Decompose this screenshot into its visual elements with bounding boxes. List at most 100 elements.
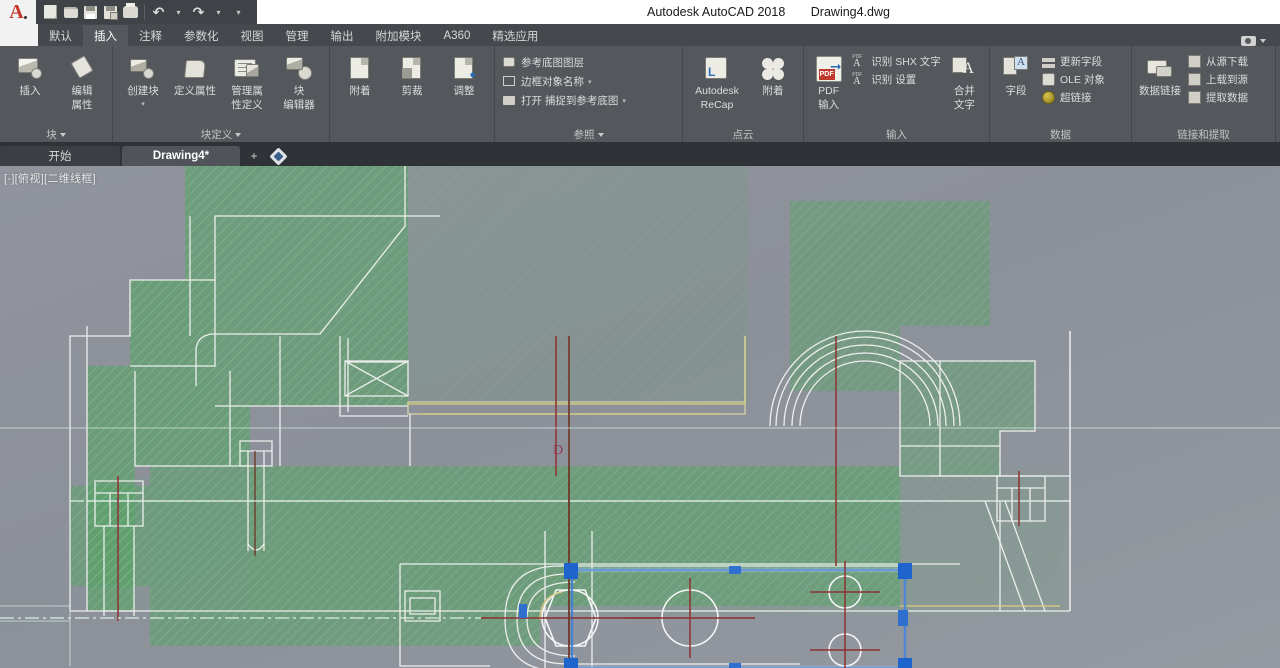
- ribbon-tab-addins[interactable]: 附加模块: [365, 25, 433, 46]
- panel-label-block-definition[interactable]: 块定义: [113, 127, 329, 142]
- underlay-layers-button[interactable]: 参考底图图层: [500, 54, 586, 71]
- ribbon-panel-data: A 字段 更新字段 OLE 对象: [990, 46, 1132, 142]
- insert-block-button[interactable]: 插入: [5, 51, 55, 98]
- create-block-button[interactable]: 创建块 ▾: [118, 51, 168, 108]
- recognition-settings-button[interactable]: PDF A 识别 设置: [850, 71, 942, 88]
- undo-dropdown-icon[interactable]: ▾: [170, 4, 187, 20]
- title-application-name: Autodesk AutoCAD 2018: [647, 5, 785, 19]
- autodesk-recap-button[interactable]: L Autodesk ReCap: [688, 51, 746, 111]
- define-attribute-button[interactable]: 定义属性: [170, 51, 220, 98]
- save-icon[interactable]: [82, 4, 99, 20]
- update-field-button[interactable]: 更新字段: [1039, 53, 1107, 70]
- autodesk-recap-icon: L: [702, 54, 732, 84]
- edit-attribute-button[interactable]: 编辑 属性: [57, 51, 107, 111]
- ribbon-panel-import: PDF ➞ PDF 输入 PDF A 识别 SHX 文字: [804, 46, 990, 142]
- manage-attributes-button[interactable]: 管理属 性定义: [222, 51, 272, 111]
- ribbon-tab-default[interactable]: 默认: [38, 25, 83, 46]
- title-document-name: Drawing4.dwg: [811, 5, 890, 19]
- panel-label-point-cloud: 点云: [683, 127, 803, 142]
- ribbon-panel-reference: 参考底图图层 边框对象名称 ▾ 打开 捕捉到参考底图 ▾: [495, 46, 683, 142]
- file-tab-drawing4[interactable]: Drawing4*: [122, 146, 240, 166]
- chevron-down-icon[interactable]: [598, 133, 604, 137]
- hyperlink-button[interactable]: 超链接: [1039, 89, 1107, 106]
- panel-label-import: 输入: [804, 127, 989, 142]
- pdf-import-button[interactable]: PDF ➞ PDF 输入: [809, 51, 848, 111]
- ribbon-panel-block-definition: 创建块 ▾ 定义属性 管理属 性定义: [113, 46, 330, 142]
- tab-navigate-icon[interactable]: [266, 146, 290, 166]
- adjust-label: 调整: [454, 86, 475, 98]
- panel-label-reference-text: 参照: [574, 127, 595, 142]
- chevron-down-icon[interactable]: [1260, 39, 1266, 43]
- update-field-label: 更新字段: [1060, 54, 1102, 69]
- frame-object-button[interactable]: 边框对象名称 ▾: [500, 73, 594, 90]
- ole-object-button[interactable]: OLE 对象: [1039, 71, 1107, 88]
- data-link-button[interactable]: 数据链接: [1137, 51, 1183, 98]
- ribbon-panel-point-cloud: L Autodesk ReCap 附着 点云: [683, 46, 804, 142]
- chevron-down-icon[interactable]: [60, 133, 66, 137]
- recognize-shx-button[interactable]: PDF A 识别 SHX 文字: [850, 53, 942, 70]
- ribbon-panels: 插入 编辑 属性 块: [0, 46, 1280, 142]
- ribbon-panel-content: 资源浏览器 ▾ 内容: [1276, 46, 1280, 142]
- panel-label-linking-extraction-text: 链接和提取: [1177, 127, 1230, 142]
- undo-arrow-icon[interactable]: ↶: [150, 4, 167, 20]
- ribbon-tab-annotate[interactable]: 注释: [128, 25, 173, 46]
- attach-reference-button[interactable]: 附着: [335, 51, 385, 98]
- attach-reference-label: 附着: [350, 86, 371, 98]
- insert-block-icon: [15, 54, 45, 84]
- snap-underlay-button[interactable]: 打开 捕捉到参考底图 ▾: [500, 92, 628, 109]
- manage-attributes-icon: [232, 54, 262, 84]
- download-from-source-label: 从源下载: [1206, 54, 1248, 69]
- cad-drawing: D: [0, 166, 1280, 668]
- combine-text-button[interactable]: A 合并 文字: [945, 51, 984, 111]
- underlay-layers-label: 参考底图图层: [521, 55, 584, 70]
- data-link-icon: [1145, 54, 1175, 84]
- ribbon-tab-featured-apps[interactable]: 精选应用: [481, 25, 549, 46]
- open-folder-icon[interactable]: [62, 4, 79, 20]
- ribbon-tab-view[interactable]: 视图: [230, 25, 275, 46]
- block-editor-button[interactable]: 块 编辑器: [274, 51, 324, 111]
- create-block-icon: [128, 54, 158, 84]
- edit-attribute-icon: [67, 54, 97, 84]
- download-from-source-button[interactable]: 从源下载: [1185, 53, 1250, 70]
- chevron-down-icon[interactable]: ▾: [622, 97, 626, 105]
- attach-pointcloud-button[interactable]: 附着: [748, 51, 798, 98]
- extract-data-button[interactable]: 提取数据: [1185, 89, 1250, 106]
- panel-label-point-cloud-text: 点云: [733, 127, 754, 142]
- define-attribute-icon: [180, 54, 210, 84]
- ribbon-tab-a360[interactable]: A360: [433, 25, 482, 46]
- frame-object-icon: [502, 74, 517, 89]
- panel-label-linking-extraction: 链接和提取: [1132, 127, 1275, 142]
- redo-dropdown-icon[interactable]: ▾: [210, 4, 227, 20]
- ribbon-tab-insert[interactable]: 插入: [83, 25, 128, 46]
- chevron-down-icon[interactable]: ▾: [141, 100, 145, 108]
- navigate-diamond-icon: [269, 147, 287, 165]
- field-button[interactable]: A 字段: [995, 51, 1037, 98]
- edit-attribute-label-2: 属性: [72, 100, 93, 112]
- redo-arrow-icon[interactable]: ↷: [190, 4, 207, 20]
- import-small-button-stack: PDF A 识别 SHX 文字 PDF A 识别 设置: [850, 51, 942, 88]
- save-as-icon[interactable]: [102, 4, 119, 20]
- ribbon-tab-output[interactable]: 输出: [320, 25, 365, 46]
- upload-to-source-label: 上载到源: [1206, 72, 1248, 87]
- upload-to-source-button[interactable]: 上载到源: [1185, 71, 1250, 88]
- plot-icon[interactable]: [122, 4, 139, 20]
- panel-label-data-text: 数据: [1050, 127, 1071, 142]
- new-tab-button[interactable]: +: [242, 146, 266, 166]
- panel-label-reference[interactable]: 参照: [495, 127, 682, 142]
- document-tab-bar: 开始 Drawing4* +: [0, 142, 1280, 166]
- chevron-down-icon[interactable]: [235, 133, 241, 137]
- clip-button[interactable]: 剪裁: [387, 51, 437, 98]
- workspace-switch-icon[interactable]: [1241, 36, 1256, 46]
- qat-customize-icon[interactable]: ▾: [230, 4, 247, 20]
- ribbon-panel-block: 插入 编辑 属性 块: [0, 46, 113, 142]
- application-menu-button[interactable]: A: [0, 0, 36, 24]
- drawing-canvas[interactable]: [-][俯视][二维线框]: [0, 166, 1280, 668]
- file-tab-start[interactable]: 开始: [0, 146, 120, 166]
- new-file-icon[interactable]: [42, 4, 59, 20]
- panel-label-block[interactable]: 块: [0, 127, 112, 142]
- chevron-down-icon[interactable]: ▾: [588, 78, 592, 86]
- ribbon-tab-manage[interactable]: 管理: [275, 25, 320, 46]
- adjust-button[interactable]: ● 调整: [439, 51, 489, 98]
- combine-text-label-1: 合并: [954, 86, 975, 98]
- ribbon-tab-parametric[interactable]: 参数化: [173, 25, 230, 46]
